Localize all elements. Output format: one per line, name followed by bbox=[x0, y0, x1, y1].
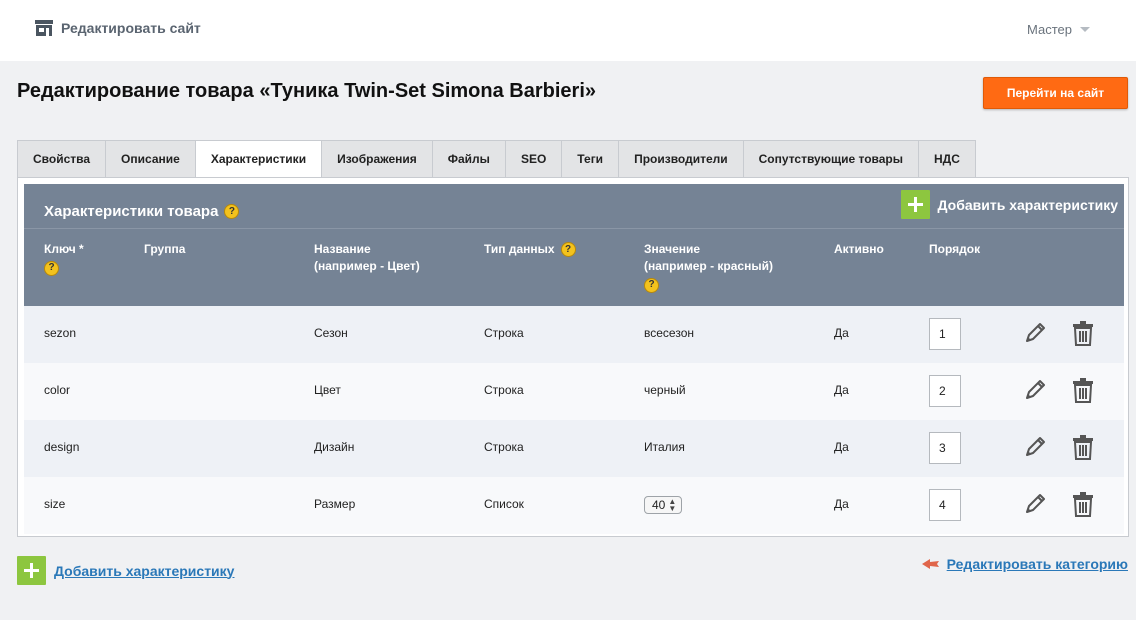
goto-site-button[interactable]: Перейти на сайт bbox=[983, 77, 1128, 109]
add-characteristic-button-top[interactable]: Добавить характеристику bbox=[900, 190, 1118, 219]
table-row: color Цвет Строка черный Да 2 bbox=[24, 363, 1124, 420]
cell-value: Италия bbox=[644, 440, 685, 454]
tab-seo[interactable]: SEO bbox=[504, 140, 562, 178]
order-input[interactable]: 2 bbox=[929, 375, 961, 407]
cell-type: Список bbox=[484, 497, 524, 511]
tab-characteristics[interactable]: Характеристики bbox=[194, 140, 322, 178]
cell-value: всесезон bbox=[644, 326, 694, 340]
trash-icon[interactable] bbox=[1072, 321, 1094, 346]
tab-tags[interactable]: Теги bbox=[561, 140, 619, 178]
cell-name: Сезон bbox=[314, 326, 348, 340]
pencil-icon[interactable] bbox=[1022, 377, 1048, 403]
cell-type: Строка bbox=[484, 440, 524, 454]
add-characteristic-button-bottom[interactable]: Добавить характеристику bbox=[17, 556, 234, 585]
plus-icon bbox=[17, 556, 46, 585]
col-name-line2: (например - Цвет) bbox=[314, 259, 420, 273]
tab-related-products[interactable]: Сопутствующие товары bbox=[742, 140, 918, 178]
edit-category-link[interactable]: Редактировать категорию bbox=[921, 556, 1128, 572]
cell-active: Да bbox=[834, 383, 849, 397]
page-title: Редактирование товара «Туника Twin-Set S… bbox=[17, 80, 596, 102]
order-input[interactable]: 3 bbox=[929, 432, 961, 464]
cell-key: design bbox=[44, 440, 80, 454]
add-characteristic-link: Добавить характеристику bbox=[54, 562, 235, 579]
cell-name: Цвет bbox=[314, 383, 341, 397]
tab-images[interactable]: Изображения bbox=[321, 140, 432, 178]
col-name-line1: Название bbox=[314, 242, 371, 256]
trash-icon[interactable] bbox=[1072, 492, 1094, 517]
help-icon[interactable]: ? bbox=[44, 260, 59, 276]
help-icon[interactable]: ? bbox=[560, 242, 576, 257]
edit-category-label: Редактировать категорию bbox=[946, 556, 1128, 572]
order-input[interactable]: 1 bbox=[929, 318, 961, 350]
tab-manufacturers[interactable]: Производители bbox=[618, 140, 743, 178]
tab-vat[interactable]: НДС bbox=[918, 140, 976, 178]
table-row: design Дизайн Строка Италия Да 3 bbox=[24, 420, 1124, 477]
add-characteristic-label: Добавить характеристику bbox=[937, 196, 1118, 213]
order-input[interactable]: 4 bbox=[929, 489, 961, 521]
cell-active: Да bbox=[834, 497, 849, 511]
pencil-icon[interactable] bbox=[1022, 491, 1048, 517]
col-order: Порядок bbox=[929, 242, 981, 256]
col-active: Активно bbox=[834, 242, 884, 256]
cell-name: Дизайн bbox=[314, 440, 355, 454]
select-arrows-icon: ▲ ▼ bbox=[668, 497, 677, 513]
header-divider bbox=[24, 228, 1124, 229]
characteristics-panel: Характеристики товара ? Добавить характе… bbox=[17, 177, 1129, 537]
panel-title-wrap: Характеристики товара ? bbox=[44, 203, 240, 220]
cell-type: Строка bbox=[484, 383, 524, 397]
panel-title: Характеристики товара bbox=[44, 203, 219, 220]
trash-icon[interactable] bbox=[1072, 378, 1094, 403]
help-icon[interactable]: ? bbox=[644, 277, 659, 293]
cell-value: черный bbox=[644, 383, 686, 397]
store-icon bbox=[35, 20, 53, 36]
col-value-line1: Значение bbox=[644, 242, 701, 256]
trash-icon[interactable] bbox=[1072, 435, 1094, 460]
col-value-line2: (например - красный) bbox=[644, 259, 773, 273]
plus-icon bbox=[900, 190, 930, 219]
cell-key: size bbox=[44, 497, 66, 511]
cell-name: Размер bbox=[314, 497, 356, 511]
value-select-current: 40 bbox=[652, 498, 666, 512]
table-row: size Размер Список 40 ▲ ▼ Да 4 bbox=[24, 477, 1124, 534]
cell-type: Строка bbox=[484, 326, 524, 340]
tabs: Свойства Описание Характеристики Изображ… bbox=[17, 140, 976, 178]
tab-description[interactable]: Описание bbox=[105, 140, 195, 178]
col-group: Группа bbox=[144, 242, 186, 256]
user-name: Мастер bbox=[1027, 22, 1072, 37]
col-value: Значение (например - красный) ? bbox=[644, 241, 773, 293]
pencil-icon[interactable] bbox=[1022, 320, 1048, 346]
col-type-label: Тип данных bbox=[484, 242, 555, 256]
tab-properties[interactable]: Свойства bbox=[17, 140, 106, 178]
back-arrow-icon bbox=[921, 559, 939, 569]
tab-files[interactable]: Файлы bbox=[431, 140, 505, 178]
col-key: Ключ * ? bbox=[44, 241, 84, 276]
chevron-down-icon bbox=[1080, 27, 1090, 32]
value-select[interactable]: 40 ▲ ▼ bbox=[644, 496, 682, 514]
help-icon[interactable]: ? bbox=[224, 204, 240, 219]
cell-active: Да bbox=[834, 326, 849, 340]
col-name: Название (например - Цвет) bbox=[314, 241, 420, 275]
edit-site-label: Редактировать сайт bbox=[61, 20, 201, 36]
characteristics-header: Характеристики товара ? Добавить характе… bbox=[24, 184, 1124, 306]
edit-site-link[interactable]: Редактировать сайт bbox=[35, 20, 201, 36]
cell-key: sezon bbox=[44, 326, 77, 340]
col-type: Тип данных ? bbox=[484, 241, 576, 258]
col-key-label: Ключ * bbox=[44, 242, 84, 256]
cell-active: Да bbox=[834, 440, 849, 454]
top-bar: Редактировать сайт Мастер bbox=[0, 0, 1136, 61]
pencil-icon[interactable] bbox=[1022, 434, 1048, 460]
table-row: sezon Сезон Строка всесезон Да 1 bbox=[24, 306, 1124, 363]
user-menu[interactable]: Мастер bbox=[1027, 22, 1090, 37]
cell-key: color bbox=[44, 383, 71, 397]
